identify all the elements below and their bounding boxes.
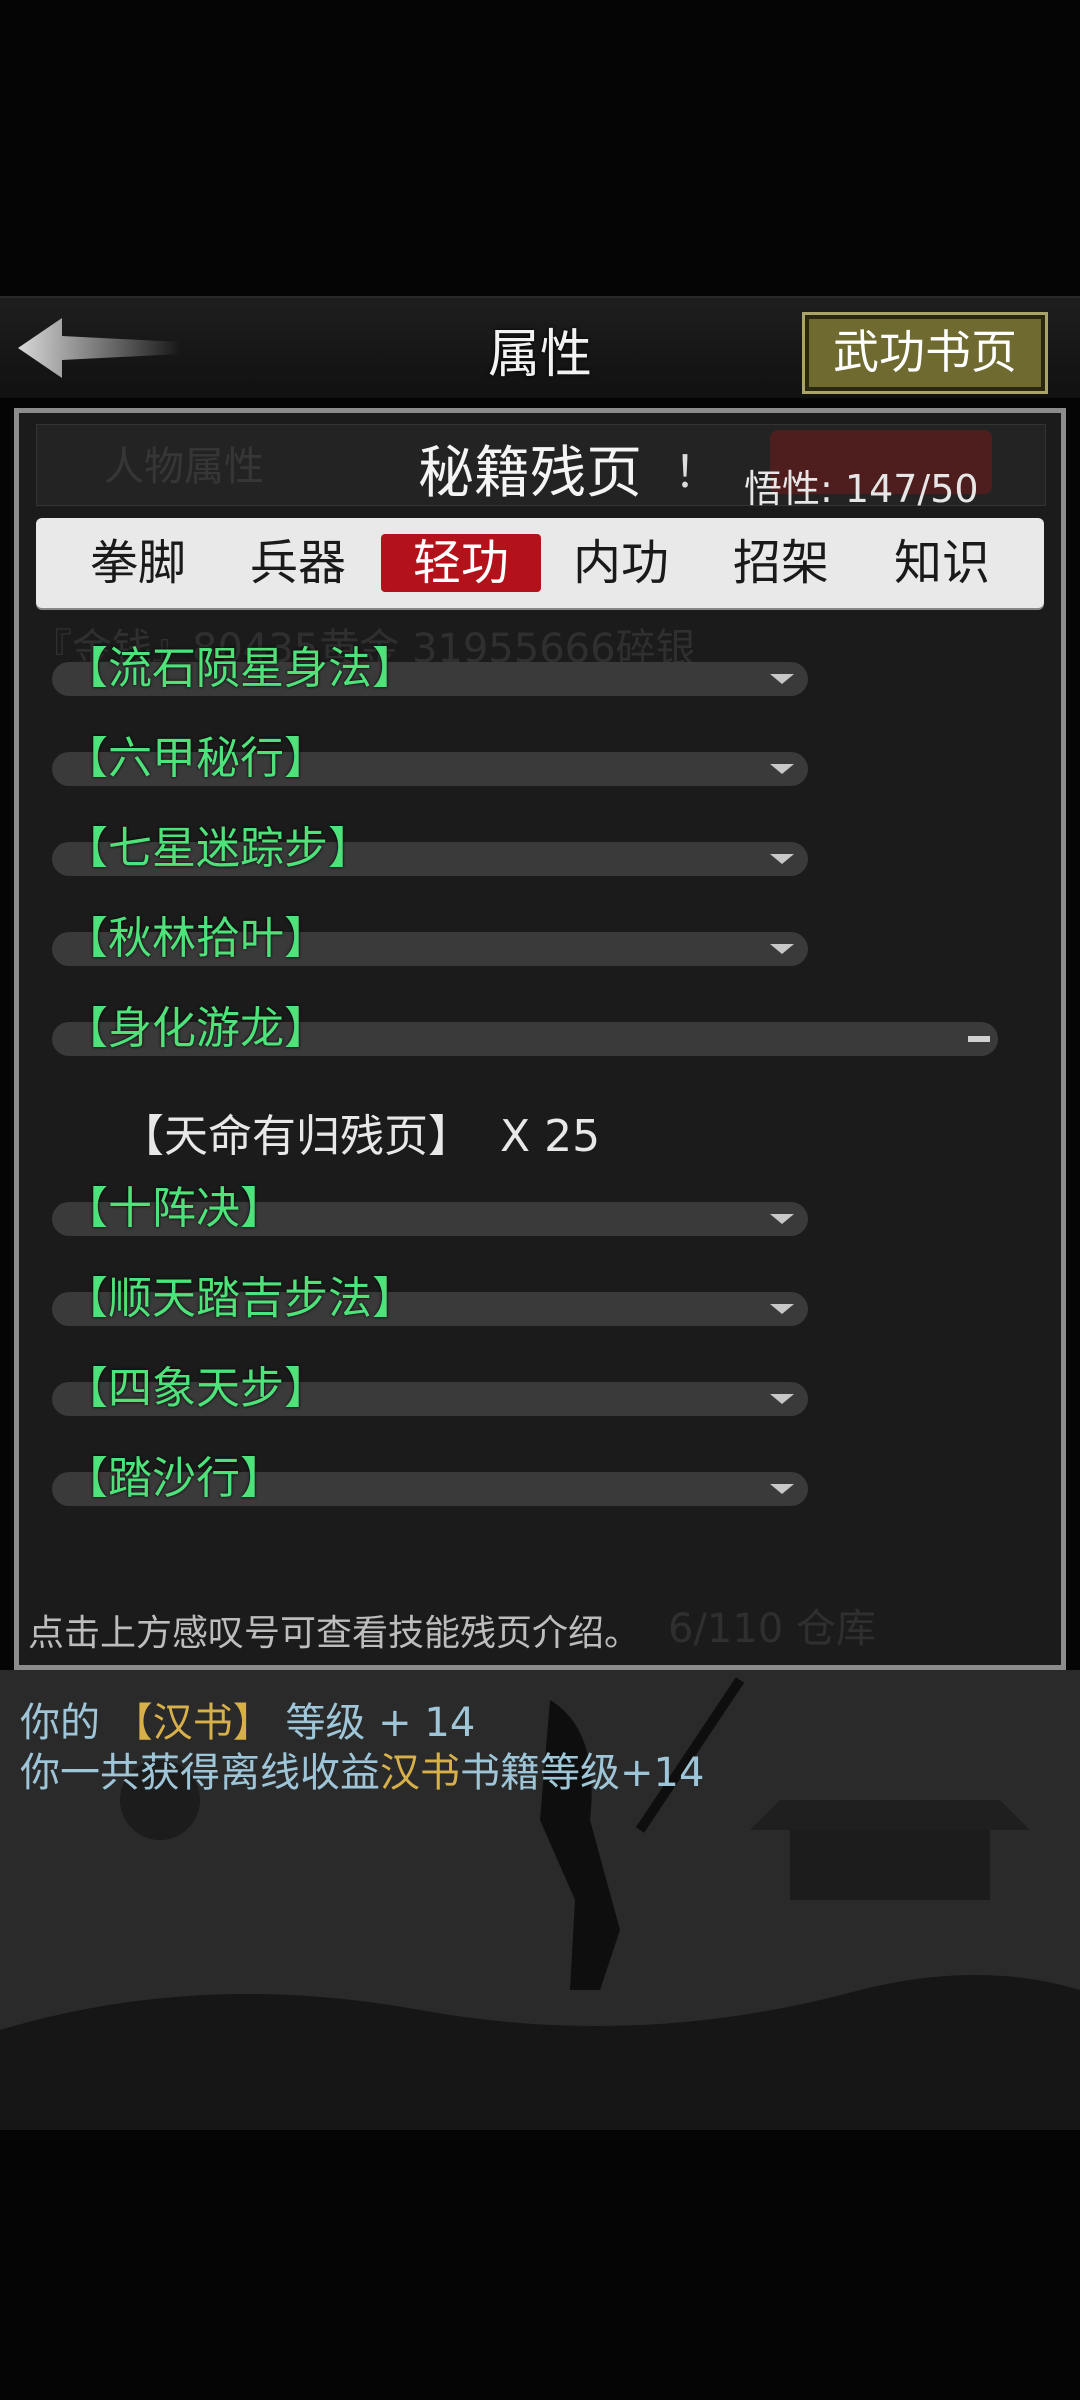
skill-row[interactable]: 【踏沙行】 — [52, 1453, 812, 1506]
tab-parry[interactable]: 招架 — [701, 534, 861, 592]
collapse-icon — [968, 1036, 990, 1042]
skill-row[interactable]: 【流石陨星身法】 — [52, 643, 812, 696]
tab-fist[interactable]: 拳脚 — [58, 534, 218, 592]
skill-row[interactable]: 【七星迷踪步】 — [52, 823, 812, 876]
skill-row[interactable]: 【顺天踏吉步法】 — [52, 1273, 812, 1326]
skill-row[interactable]: 【四象天步】 — [52, 1363, 812, 1416]
chevron-down-icon — [770, 1304, 794, 1314]
skill-name: 【踏沙行】 — [64, 1453, 284, 1504]
chevron-down-icon — [770, 944, 794, 954]
skill-row[interactable]: 【六甲秘行】 — [52, 733, 812, 786]
fragment-name: 【天命有归残页】 — [120, 1111, 472, 1162]
chevron-down-icon — [770, 1214, 794, 1224]
skill-name: 【顺天踏吉步法】 — [64, 1273, 416, 1324]
fragment-item[interactable]: 【天命有归残页】 X 25 — [120, 1100, 600, 1164]
log-line: 你一共获得离线收益汉书书籍等级+14 — [20, 1740, 704, 1798]
skill-row-expanded[interactable]: 【身化游龙】 — [52, 1003, 1002, 1056]
info-exclamation-button[interactable]: ！ — [674, 436, 718, 500]
skill-name: 【六甲秘行】 — [64, 733, 328, 784]
skill-name: 【十阵决】 — [64, 1183, 284, 1234]
log-book-name: 汉书 — [380, 1750, 460, 1796]
ghost-character-tab: 人物属性 — [104, 444, 264, 490]
skill-name: 【七星迷踪步】 — [64, 823, 372, 874]
skill-name: 【流石陨星身法】 — [64, 643, 416, 694]
skill-row[interactable]: 【十阵决】 — [52, 1183, 812, 1236]
tab-internal[interactable]: 内功 — [541, 534, 701, 592]
comprehension-stat: 悟性: 147/50 — [744, 458, 979, 513]
skill-name: 【秋林拾叶】 — [64, 913, 328, 964]
tab-weapon[interactable]: 兵器 — [218, 534, 378, 592]
panel-title: 秘籍残页 — [418, 441, 642, 506]
chevron-down-icon — [770, 674, 794, 684]
chevron-down-icon — [770, 1394, 794, 1404]
skill-name: 【四象天步】 — [64, 1363, 328, 1414]
skill-name: 【身化游龙】 — [64, 1003, 328, 1054]
fragment-count: X 25 — [500, 1111, 601, 1162]
skill-row[interactable]: 【秋林拾叶】 — [52, 913, 812, 966]
comprehension-label: 悟性: — [744, 467, 833, 511]
tab-knowledge[interactable]: 知识 — [862, 534, 1022, 592]
chevron-down-icon — [770, 1484, 794, 1494]
hint-text: 点击上方感叹号可查看技能残页介绍。 — [28, 1613, 641, 1654]
log-text: 你一共获得离线收益 — [20, 1750, 380, 1796]
log-text: 书籍等级+14 — [460, 1750, 705, 1796]
chevron-down-icon — [770, 854, 794, 864]
tab-lightness[interactable]: 轻功 — [381, 534, 541, 592]
comprehension-value: 147/50 — [844, 467, 979, 511]
martial-book-pages-button[interactable]: 武功书页 — [802, 312, 1048, 394]
chevron-down-icon — [770, 764, 794, 774]
category-tabs: 拳脚 兵器 轻功 内功 招架 知识 — [36, 518, 1044, 608]
ghost-warehouse: 6/110 仓库 — [668, 1606, 876, 1652]
